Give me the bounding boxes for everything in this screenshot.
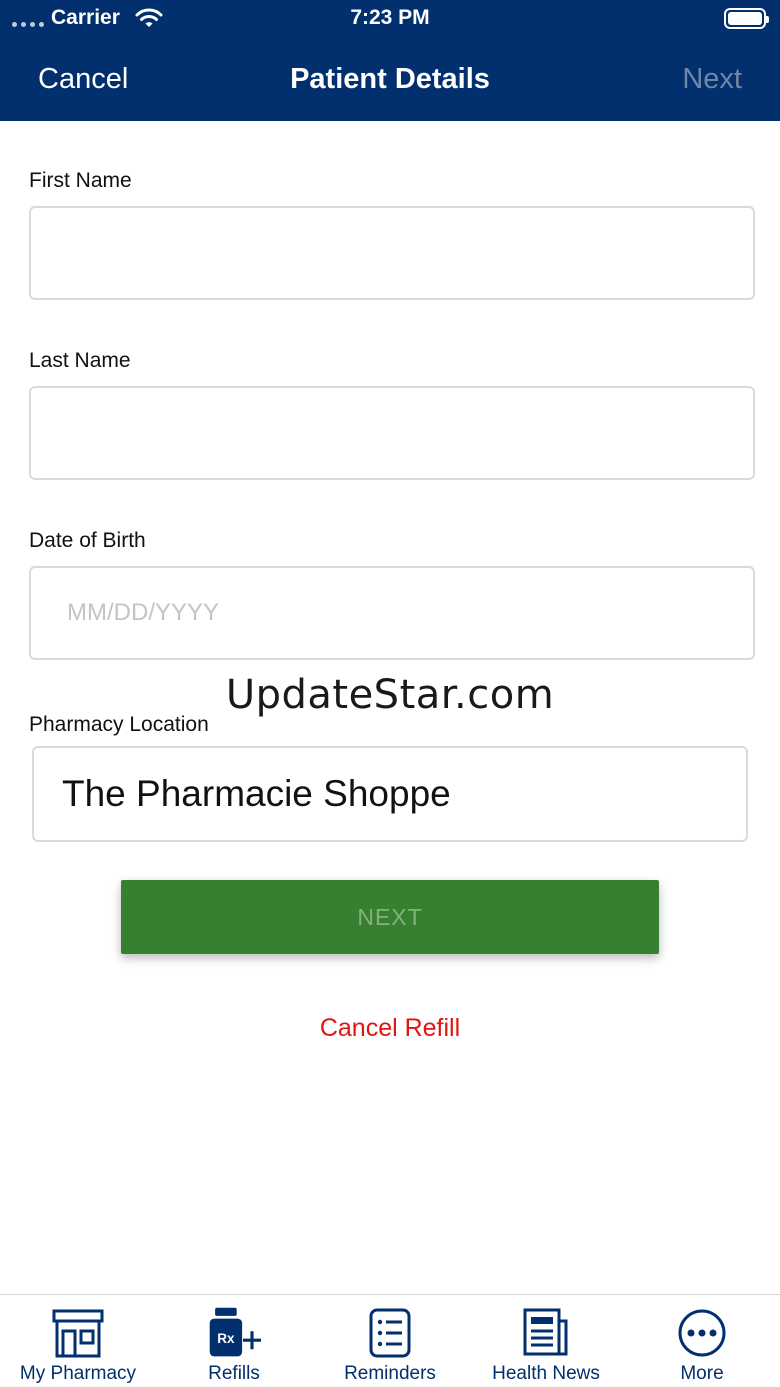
watermark: UpdateStar.com [225,672,555,718]
checklist-icon [363,1307,417,1359]
tab-refills[interactable]: Rx Refills [156,1295,312,1387]
page-title: Patient Details [290,63,490,95]
tab-label: My Pharmacy [19,1363,137,1384]
nav-next-button[interactable]: Next [682,63,742,96]
tab-reminders[interactable]: Reminders [312,1295,468,1387]
newspaper-icon [519,1307,573,1359]
tab-label: Health News [492,1363,600,1384]
pharmacy-location-select[interactable]: The Pharmacie Shoppe [32,746,748,842]
pharmacy-location-value: The Pharmacie Shoppe [62,773,451,814]
next-button[interactable]: NEXT [121,880,659,954]
tab-label: Reminders [344,1363,436,1384]
pharmacy-location-label: Pharmacy Location [29,713,209,736]
date-of-birth-label: Date of Birth [29,529,146,552]
status-time: 7:23 PM [350,6,430,29]
last-name-label: Last Name [29,349,131,372]
date-of-birth-input[interactable] [29,566,755,660]
tab-my-pharmacy[interactable]: My Pharmacy [0,1295,156,1387]
more-dots-icon [675,1307,729,1359]
header-bar: Carrier 7:23 PM Cancel Patient Details N… [0,0,780,121]
first-name-label: First Name [29,169,132,192]
rx-bottle-plus-icon: Rx [207,1307,261,1359]
status-bar: Carrier 7:23 PM [0,0,780,40]
tab-label: More [680,1363,724,1384]
tab-bar: My Pharmacy Rx Refills Reminders Health … [0,1294,780,1387]
last-name-input[interactable] [29,386,755,480]
battery-icon [724,8,769,29]
tab-label: Refills [208,1363,260,1384]
tab-health-news[interactable]: Health News [468,1295,624,1387]
svg-text:Rx: Rx [217,1331,235,1346]
cancel-refill-link[interactable]: Cancel Refill [0,1014,780,1043]
first-name-input[interactable] [29,206,755,300]
tab-more[interactable]: More [624,1295,780,1387]
storefront-icon [51,1307,105,1359]
